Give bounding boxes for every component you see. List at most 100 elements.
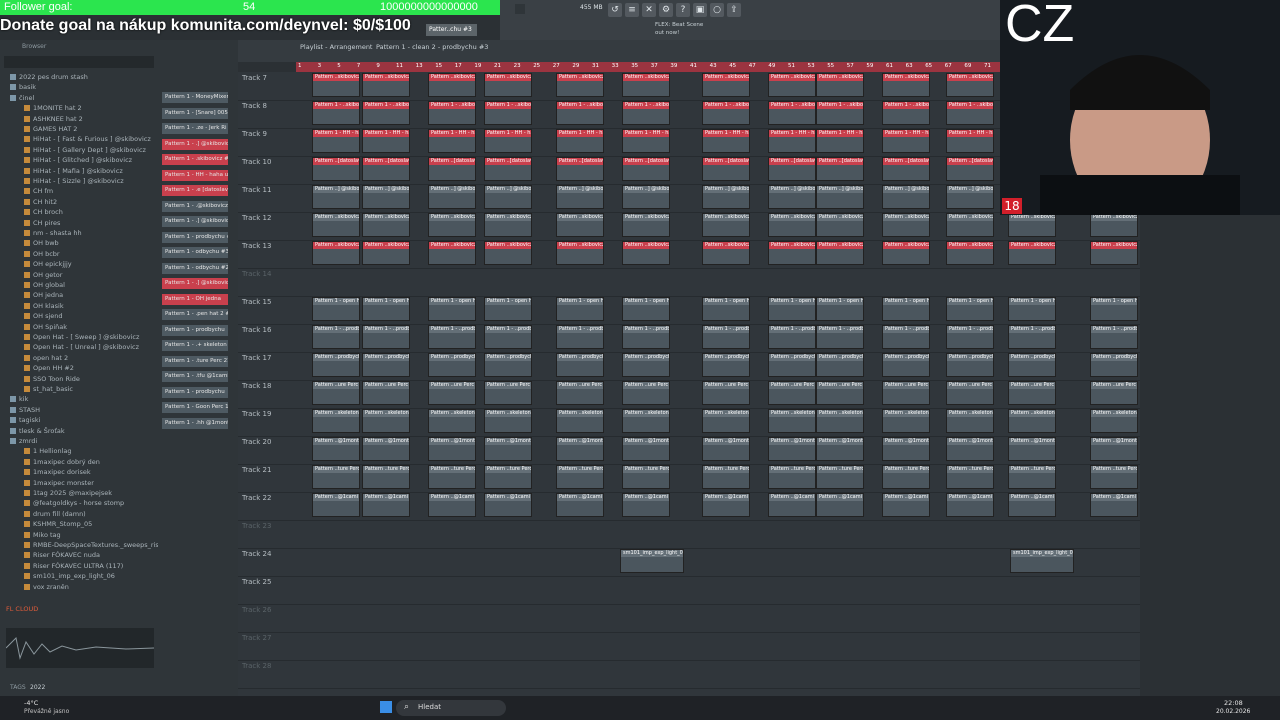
playlist-clip[interactable]: Pattern 1 - ..skibovicz #2 [362,101,410,125]
playlist-clip[interactable]: Pattern ..skeleton [362,409,410,433]
playlist-clip[interactable]: Pattern 1 - ..prodbychu [816,325,864,349]
picker-pattern-item[interactable]: Pattern 1 - prodbychu # [162,231,228,243]
playlist-clip[interactable]: sm101_imp_exp_light_06 [1010,549,1074,573]
browser-file[interactable]: Riser FÓKAVEC nuda [24,550,100,560]
playlist-clip[interactable]: Pattern ..@1monti [882,437,930,461]
playlist-clip[interactable]: Pattern ..prodbychu [816,353,864,377]
playlist-clip[interactable]: Pattern ..ture Perc 21 [702,465,750,489]
playlist-clip[interactable]: Pattern ..ure Perc 1 [622,381,670,405]
playlist-clip[interactable]: Pattern ..prodbychu [1008,353,1056,377]
playlist-clip[interactable]: Pattern ..skibovicz [702,241,750,265]
track-label[interactable]: Track 8 [242,102,267,110]
playlist-clip[interactable]: Pattern 1 - HH - haha uk [882,129,930,153]
playlist-clip[interactable]: Pattern 1 - ..prodbychu [622,325,670,349]
playlist-clip[interactable]: Pattern ..[datoslav] [312,157,360,181]
playlist-clip[interactable]: Pattern ..[datoslav] [428,157,476,181]
picker-pattern-item[interactable]: Pattern 1 - .tfu @1cami [162,371,228,382]
track-label[interactable]: Track 14 [242,270,271,278]
picker-pattern-item[interactable]: Pattern 1 - .+ skeleton + [162,340,228,351]
browser-file[interactable]: HiHat - [ Glitched ] @skibovicz [24,155,132,165]
playlist-clip[interactable]: Pattern ..prodbychu [946,353,994,377]
playlist-clip[interactable]: Pattern ..ture Perc 21 [622,465,670,489]
playlist-clip[interactable]: Pattern ..ure Perc 1 [484,381,532,405]
browser-file[interactable]: Miko tag [24,530,61,540]
track-label[interactable]: Track 22 [242,494,271,502]
playlist-clip[interactable]: Pattern ..skibovicz [362,73,410,97]
playlist-clip[interactable]: Pattern ..prodbychu [312,353,360,377]
browser-file[interactable]: Open Hat - [ Unreal ] @skibovicz [24,342,139,352]
playlist-track[interactable]: Track 25 [238,576,1140,605]
playlist-clip[interactable]: Pattern ..[datoslav] [362,157,410,181]
browser-file[interactable]: 1maxipec dobrý den [24,457,100,467]
browser-folder[interactable]: STASH [10,405,40,415]
playlist-clip[interactable]: Pattern ..skibovicz [702,73,750,97]
playlist-clip[interactable]: Pattern ..ure Perc 1 [702,381,750,405]
playlist-clip[interactable]: Pattern ..@1cami [702,493,750,517]
playlist-clip[interactable]: Pattern ..] @skibovicz [484,185,532,209]
playlist-clip[interactable]: Pattern ..@1cami [622,493,670,517]
playlist-clip[interactable]: Pattern ..ture Perc 21 [816,465,864,489]
playlist-clip[interactable]: Pattern 1 - open hat 2 #2 [816,297,864,321]
playlist-clip[interactable]: Pattern ..ure Perc 1 [1008,381,1056,405]
picker-pattern-item[interactable]: Pattern 1 - HH - haha uk [162,169,228,181]
help-icon[interactable]: ? [676,3,690,17]
playlist-track[interactable]: Track 20 Pattern ..@1monti Pattern ..@1mon… [238,436,1140,465]
playlist-clip[interactable]: Pattern ..@1cami [882,493,930,517]
playlist-clip[interactable]: Pattern ..@1monti [556,437,604,461]
browser-file[interactable]: 1maxipec monster [24,478,94,488]
playlist-clip[interactable]: Pattern ..ture Perc 21 [946,465,994,489]
playlist-clip[interactable]: Pattern 1 - HH - haha uk [946,129,994,153]
picker-pattern-item[interactable]: Pattern 1 - .] @skibovicz [162,138,228,150]
browser-file[interactable]: CH pires [24,218,60,228]
play-icon[interactable] [515,4,525,14]
browser-file[interactable]: HiHat - [ Sizzle ] @skibovicz [24,176,124,186]
playlist-clip[interactable]: Pattern ..] @skibovicz [816,185,864,209]
playlist-clip[interactable]: Pattern ..@1monti [622,437,670,461]
playlist-clip[interactable]: Pattern ..] @skibovicz [882,185,930,209]
playlist-clip[interactable]: Pattern ..skibovicz [768,213,816,237]
playlist-clip[interactable]: Pattern 1 - ..prodbychu [484,325,532,349]
cross-icon[interactable]: ✕ [642,3,656,17]
track-label[interactable]: Track 10 [242,158,271,166]
playlist-clip[interactable]: Pattern 1 - ..prodbychu [882,325,930,349]
playlist-clip[interactable]: Pattern ..skibovicz [362,241,410,265]
track-label[interactable]: Track 13 [242,242,271,250]
playlist-clip[interactable]: Pattern 1 - ..prodbychu [556,325,604,349]
browser-folder[interactable]: činel [10,93,34,103]
weather-temp[interactable]: -4°C [24,699,38,707]
windows-start-icon[interactable] [380,701,392,713]
playlist-clip[interactable]: Pattern ..ure Perc 1 [946,381,994,405]
playlist-clip[interactable]: Pattern ..] @skibovicz [768,185,816,209]
playlist-clip[interactable]: Pattern ..skeleton [702,409,750,433]
playlist-clip[interactable]: Pattern ..skibovicz [622,213,670,237]
browser-file[interactable]: 1MONITE hat 2 [24,103,82,113]
playlist-track[interactable]: Track 28 [238,660,1140,689]
track-label[interactable]: Track 11 [242,186,271,194]
playlist-track[interactable]: Track 23 [238,520,1140,549]
playlist-clip[interactable]: Pattern ..[datoslav] [946,157,994,181]
playlist-clip[interactable]: Pattern 1 - ..skibovicz #2 [702,101,750,125]
playlist-track[interactable]: Track 12 Pattern ..skibovicz Pattern ..ski… [238,212,1140,241]
playlist-clip[interactable]: Pattern ..ture Perc 21 [312,465,360,489]
playlist-clip[interactable]: Pattern ..skeleton [882,409,930,433]
playlist-clip[interactable]: Pattern ..ure Perc 1 [312,381,360,405]
track-label[interactable]: Track 23 [242,522,271,530]
browser-folder[interactable]: basik [10,82,36,92]
playlist-clip[interactable]: Pattern ..@1monti [428,437,476,461]
playlist-clip[interactable]: Pattern 1 - open hat 2 #2 [882,297,930,321]
playlist-clip[interactable]: Pattern ..[datoslav] [484,157,532,181]
playlist-clip[interactable]: Pattern ..prodbychu [622,353,670,377]
playlist-clip[interactable]: Pattern 1 - open hat 2 #2 [362,297,410,321]
tag-value[interactable]: 2022 [30,684,45,691]
playlist-clip[interactable]: Pattern 1 - HH - haha uk [556,129,604,153]
browser-file[interactable]: CH broch [24,207,63,217]
playlist-clip[interactable]: Pattern ..skeleton [484,409,532,433]
picker-pattern-item[interactable]: Pattern 1 - .@skibovicz [162,200,228,212]
picker-pattern-item[interactable]: Pattern 1 - MoneyMixers [162,92,228,103]
playlist-clip[interactable]: Pattern 1 - HH - haha uk [484,129,532,153]
playlist-clip[interactable]: Pattern ..skibovicz [882,73,930,97]
playlist-clip[interactable]: Pattern ..prodbychu [702,353,750,377]
playlist-clip[interactable]: Pattern ..prodbychu [1090,353,1138,377]
playlist-clip[interactable]: Pattern ..ure Perc 1 [556,381,604,405]
playlist-clip[interactable]: Pattern 1 - ..skibovicz #2 [768,101,816,125]
